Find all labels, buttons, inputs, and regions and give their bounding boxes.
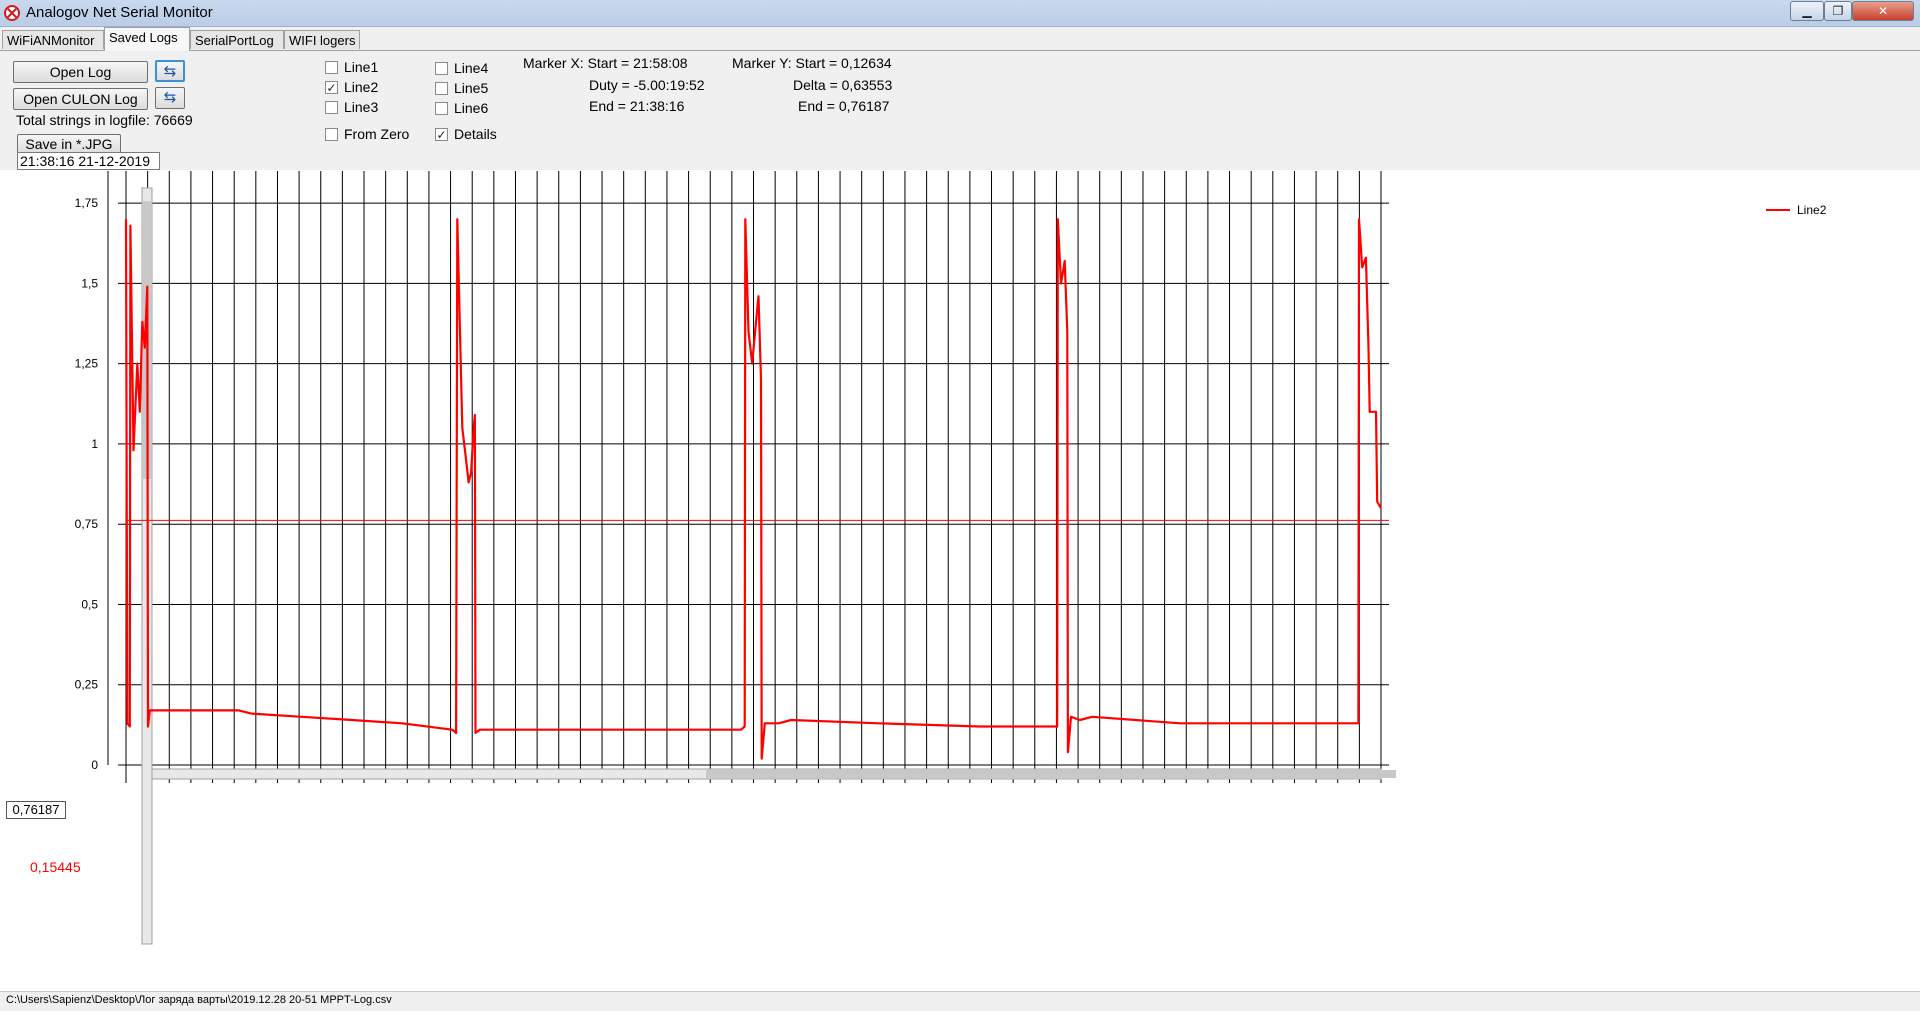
close-button[interactable]: ✕ xyxy=(1852,1,1914,21)
y-tick-label: 0,75 xyxy=(75,517,99,531)
checkbox-box[interactable] xyxy=(435,102,448,115)
checkbox-label: Details xyxy=(454,126,497,142)
legend-label: Line2 xyxy=(1797,203,1827,217)
save-jpg-button[interactable]: Save in *.JPG xyxy=(17,134,121,154)
timestamp-field[interactable]: 21:38:16 21-12-2019 xyxy=(17,152,160,170)
marker-x-start: Marker X: Start = 21:58:08 xyxy=(523,55,688,71)
minimize-button[interactable]: ▁ xyxy=(1790,1,1824,21)
open-culon-log-button[interactable]: Open CULON Log xyxy=(13,88,148,110)
checkbox-box[interactable]: ✓ xyxy=(325,81,338,94)
y-tick-label: 1 xyxy=(91,437,98,451)
marker-y-start: Marker Y: Start = 0,12634 xyxy=(732,55,892,71)
y-tick-label: 0 xyxy=(91,758,98,772)
tab-wifianmonitor[interactable]: WiFiANMonitor xyxy=(2,30,104,49)
checkbox-label: Line6 xyxy=(454,100,489,116)
tab-wifi-logers[interactable]: WIFI logers xyxy=(284,30,360,49)
marker-x-end: End = 21:38:16 xyxy=(589,98,685,114)
total-strings-label: Total strings in logfile: 76669 xyxy=(16,112,193,128)
cursor-value-box: 0,76187 xyxy=(6,801,66,819)
open-log-button[interactable]: Open Log xyxy=(13,61,148,83)
tab-strip: WiFiANMonitor Saved Logs SerialPortLog W… xyxy=(0,27,1920,51)
tab-serialportlog[interactable]: SerialPortLog xyxy=(190,30,284,49)
file-path-label: C:\Users\Sapienz\Desktop\Лог заряда варт… xyxy=(6,994,392,1006)
cursor-red-value: 0,15445 xyxy=(30,859,81,875)
y-tick-label: 1,5 xyxy=(81,276,98,290)
checkbox-box[interactable] xyxy=(325,128,338,141)
marker-y-end: End = 0,76187 xyxy=(798,98,890,114)
line-chart[interactable]: 0 0,25 0,5 0,75 1 1,25 1,5 1,75 Line2 xyxy=(0,171,1920,991)
checkbox-label: Line1 xyxy=(344,59,379,75)
marker-y-delta: Delta = 0,63553 xyxy=(793,77,893,93)
control-panel: Open Log ⇆ Open CULON Log ⇆ Total string… xyxy=(0,51,1920,170)
marker-x-duty: Duty = -5.00:19:52 xyxy=(589,77,705,93)
window-title: Analogov Net Serial Monitor xyxy=(26,4,213,21)
y-tick-label: 1,75 xyxy=(75,196,99,210)
refresh-icon[interactable]: ⇆ xyxy=(155,60,185,82)
title-bar: Analogov Net Serial Monitor ▁ ❐ ✕ xyxy=(0,0,1920,27)
checkbox-label: Line3 xyxy=(344,99,379,115)
checkbox-box[interactable] xyxy=(435,82,448,95)
chart-area[interactable]: 0 0,25 0,5 0,75 1 1,25 1,5 1,75 Line2 0,76187 xyxy=(0,171,1920,991)
y-tick-label: 0,5 xyxy=(81,597,98,611)
refresh-icon[interactable]: ⇆ xyxy=(155,87,185,109)
checkbox-label: Line4 xyxy=(454,60,489,76)
checkbox-label: Line5 xyxy=(454,80,489,96)
checkbox-box[interactable] xyxy=(325,61,338,74)
checkbox-label: Line2 xyxy=(344,79,379,95)
horizontal-scrollbar-thumb xyxy=(706,770,1396,778)
checkbox-box[interactable] xyxy=(325,101,338,114)
app-logo-icon xyxy=(4,5,20,21)
status-bar: C:\Users\Sapienz\Desktop\Лог заряда варт… xyxy=(0,991,1920,1011)
maximize-button[interactable]: ❐ xyxy=(1824,1,1852,21)
y-tick-label: 1,25 xyxy=(75,357,99,371)
checkbox-box[interactable]: ✓ xyxy=(435,128,448,141)
y-tick-label: 0,25 xyxy=(75,678,99,692)
checkbox-label: From Zero xyxy=(344,126,410,142)
checkbox-box[interactable] xyxy=(435,62,448,75)
tab-saved-logs[interactable]: Saved Logs xyxy=(104,27,190,51)
